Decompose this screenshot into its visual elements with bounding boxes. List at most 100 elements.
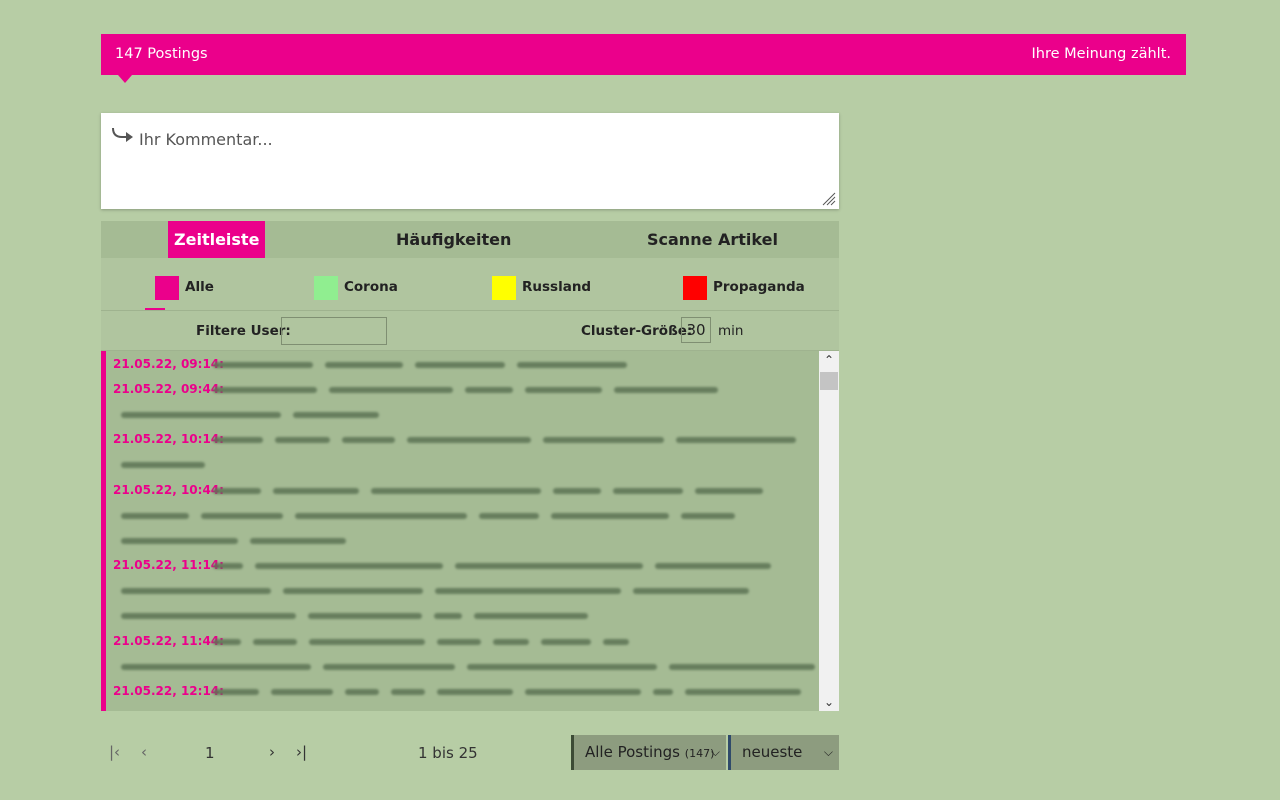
blurred-text (213, 563, 243, 569)
timeline-timestamp: 21.05.22, 10:44: (113, 483, 224, 497)
resize-handle-icon[interactable] (822, 192, 836, 206)
category-label: Corona (344, 279, 398, 295)
blurred-text (415, 362, 505, 368)
blurred-text (121, 513, 189, 519)
blurred-text (213, 488, 261, 494)
prev-page-icon[interactable]: ‹ (141, 743, 147, 761)
blurred-text (669, 664, 815, 670)
header-notch (118, 75, 132, 83)
color-swatch (155, 276, 179, 300)
cluster-size-input[interactable]: 30 (681, 317, 711, 343)
blurred-text (493, 639, 529, 645)
comment-box[interactable]: Ihr Kommentar... (101, 113, 839, 209)
blurred-text (342, 437, 395, 443)
color-swatch (314, 276, 338, 300)
blurred-text (295, 513, 467, 519)
blurred-text (455, 563, 643, 569)
pagination: |‹ ‹ 1 › ›| 1 bis 25 Alle Postings (147)… (101, 735, 839, 771)
first-page-icon[interactable]: |‹ (109, 743, 120, 761)
comment-placeholder[interactable]: Ihr Kommentar... (139, 130, 273, 149)
timeline-accent-bar (101, 351, 106, 711)
timeline-scrollbar[interactable]: ⌃ ⌄ (819, 351, 839, 711)
blurred-text (213, 689, 259, 695)
blurred-text (407, 437, 531, 443)
view-tabs: Zeitleiste Häufigkeiten Scanne Artikel (101, 221, 839, 266)
blurred-text (121, 538, 238, 544)
blurred-text (467, 664, 657, 670)
blurred-text (695, 488, 763, 494)
blurred-text (391, 689, 425, 695)
tab-label: Zeitleiste (174, 230, 260, 249)
scroll-up-icon[interactable]: ⌃ (819, 351, 839, 369)
scroll-thumb[interactable] (820, 372, 838, 390)
blurred-text (681, 513, 735, 519)
reply-arrow-icon (112, 128, 133, 142)
timeline-entry[interactable]: 21.05.22, 11:14: (113, 558, 815, 634)
blurred-text (676, 437, 796, 443)
cluster-unit-label: min (718, 323, 744, 339)
timeline-entry[interactable]: 21.05.22, 09:14: (113, 357, 815, 382)
blurred-text (213, 362, 313, 368)
blurred-text (653, 689, 673, 695)
sort-value: neueste (742, 743, 803, 761)
timeline-entry[interactable]: 21.05.22, 11:44: (113, 634, 815, 684)
blurred-text (309, 639, 425, 645)
blurred-text (474, 613, 588, 619)
blurred-text (437, 639, 481, 645)
blurred-text (603, 639, 629, 645)
chevron-down-icon: ⌵ (823, 745, 833, 759)
blurred-text (553, 488, 601, 494)
blurred-text (685, 689, 801, 695)
blurred-text (479, 513, 539, 519)
blurred-text (325, 362, 403, 368)
blurred-text (283, 588, 423, 594)
blurred-text (633, 588, 749, 594)
blurred-text (345, 689, 379, 695)
blurred-text (121, 664, 311, 670)
blurred-text (271, 689, 333, 695)
timeline-timestamp: 21.05.22, 11:44: (113, 634, 224, 648)
blurred-text (213, 639, 241, 645)
blurred-text (551, 513, 669, 519)
timeline-entry[interactable]: 21.05.22, 10:14: (113, 432, 815, 483)
chevron-down-icon: ⌵ (710, 745, 720, 759)
scroll-down-icon[interactable]: ⌄ (819, 693, 839, 711)
blurred-text (253, 639, 297, 645)
blurred-text (437, 689, 513, 695)
header-slogan: Ihre Meinung zählt. (1031, 46, 1172, 62)
posting-filter-value: Alle Postings (585, 743, 680, 761)
blurred-text (275, 437, 330, 443)
blurred-text (255, 563, 443, 569)
category-label: Alle (185, 279, 214, 295)
posting-filter-select[interactable]: Alle Postings (147) ⌵ (571, 735, 726, 770)
blurred-text (201, 513, 283, 519)
color-swatch (683, 276, 707, 300)
next-page-icon[interactable]: › (269, 743, 275, 761)
blurred-text (371, 488, 541, 494)
tab-scanne-artikel[interactable]: Scanne Artikel (647, 221, 778, 258)
timeline-list[interactable]: 21.05.22, 09:14: 21.05.22, 09:44: 21.05.22… (101, 351, 839, 711)
blurred-text (525, 689, 641, 695)
tab-haeufigkeiten[interactable]: Häufigkeiten (396, 221, 511, 258)
blurred-text (121, 588, 271, 594)
blurred-text (329, 387, 453, 393)
blurred-text (308, 613, 422, 619)
filter-user-input[interactable] (281, 317, 387, 345)
blurred-text (434, 613, 462, 619)
timeline-entry[interactable]: 21.05.22, 12:14: (113, 684, 815, 709)
blurred-text (213, 387, 317, 393)
cluster-size-label: Cluster-Größe: (581, 323, 693, 339)
last-page-icon[interactable]: ›| (296, 743, 307, 761)
blurred-text (465, 387, 513, 393)
sort-select[interactable]: neueste ⌵ (728, 735, 839, 770)
active-underline (145, 308, 165, 310)
blurred-text (614, 387, 718, 393)
blurred-text (517, 362, 627, 368)
tab-label: Scanne Artikel (647, 230, 778, 249)
tab-zeitleiste[interactable]: Zeitleiste (168, 221, 266, 266)
blurred-text (525, 387, 602, 393)
timeline-entry[interactable]: 21.05.22, 10:44: (113, 483, 815, 558)
blurred-text (121, 412, 281, 418)
timeline-timestamp: 21.05.22, 09:44: (113, 382, 224, 396)
category-label: Russland (522, 279, 592, 295)
